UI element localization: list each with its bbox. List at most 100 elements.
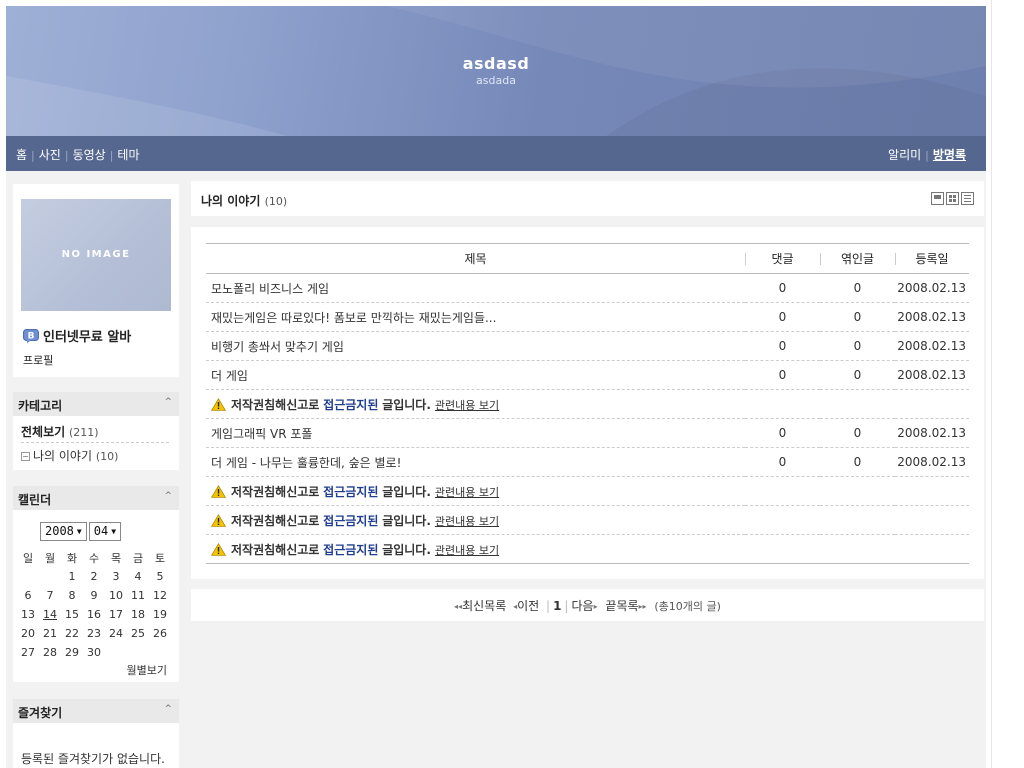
nav-alarm[interactable]: 알리미 — [888, 148, 921, 162]
calendar-day[interactable]: 30 — [83, 643, 105, 662]
profile-name[interactable]: B 인터넷무료 알바 — [23, 326, 131, 345]
calendar-day[interactable]: 27 — [17, 643, 39, 662]
calendar-day[interactable]: 25 — [127, 624, 149, 643]
collapse-square-icon[interactable] — [21, 452, 30, 461]
chevron-up-icon[interactable]: ^ — [164, 491, 172, 501]
related-content-link[interactable]: 관련내용 보기 — [435, 486, 499, 499]
profile-link[interactable]: 프로필 — [23, 352, 53, 368]
nav-guestbook[interactable]: 방명록 — [933, 148, 966, 162]
post-date: 2008.02.13 — [895, 331, 969, 361]
calendar-day[interactable]: 16 — [83, 605, 105, 624]
calendar-week-row: 13 14 15 16 17 18 19 — [17, 605, 171, 624]
blocked-text-end: 글입니다. — [382, 542, 431, 557]
calendar-day[interactable]: 2 — [83, 567, 105, 586]
calendar-header[interactable]: 캘린더 ^ — [13, 486, 179, 510]
calendar-day[interactable]: 6 — [17, 586, 39, 605]
calendar-day[interactable]: 7 — [39, 586, 61, 605]
calendar-day[interactable]: 26 — [149, 624, 171, 643]
nav-video[interactable]: 동영상 — [73, 148, 106, 162]
category-header[interactable]: 카테고리 ^ — [13, 392, 179, 416]
post-title-link[interactable]: 모노폴리 비즈니스 게임 — [206, 273, 745, 303]
calendar-day[interactable]: 8 — [61, 586, 83, 605]
calendar-day[interactable]: 19 — [149, 605, 171, 624]
view-list-icon[interactable] — [961, 192, 974, 205]
calendar-day[interactable]: 15 — [61, 605, 83, 624]
blocked-post-cell: 저작권침해신고로 접근금지된 글입니다. 관련내용 보기 — [206, 534, 969, 564]
calendar-day[interactable]: 11 — [127, 586, 149, 605]
post-trackback-count: 0 — [820, 273, 895, 303]
post-trackback-count: 0 — [820, 331, 895, 361]
calendar-day[interactable]: 5 — [149, 567, 171, 586]
related-content-link[interactable]: 관련내용 보기 — [435, 515, 499, 528]
monthly-view-link[interactable]: 월별보기 — [127, 662, 167, 678]
calendar-day[interactable]: 20 — [17, 624, 39, 643]
calendar-day[interactable]: 24 — [105, 624, 127, 643]
chevron-up-icon[interactable]: ^ — [164, 704, 172, 714]
calendar-empty-cell — [17, 567, 39, 586]
nav-photo[interactable]: 사진 — [39, 148, 61, 162]
calendar-day[interactable]: 23 — [83, 624, 105, 643]
calendar-empty-cell — [149, 643, 171, 662]
nav-home[interactable]: 홈 — [16, 148, 27, 162]
calendar-empty-cell — [105, 643, 127, 662]
post-title-link[interactable]: 게임그래픽 VR 포폴 — [206, 418, 745, 448]
calendar-day[interactable]: 17 — [105, 605, 127, 624]
calendar-day[interactable]: 12 — [149, 586, 171, 605]
calendar-week-row: 12345 — [17, 567, 171, 586]
table-row: 저작권침해신고로 접근금지된 글입니다. 관련내용 보기 — [206, 389, 969, 419]
pager-current-page[interactable]: 1 — [553, 599, 561, 613]
favorites-box: 즐겨찾기 ^ 등록된 즐겨찾기가 없습니다. — [13, 699, 179, 768]
chevron-up-icon[interactable]: ^ — [164, 397, 172, 407]
blog-title[interactable]: asdasd — [6, 54, 986, 73]
post-title-link[interactable]: 더 게임 — [206, 360, 745, 390]
post-table-header: 제목 댓글 엮인글 등록일 — [206, 243, 969, 274]
nav-theme[interactable]: 테마 — [117, 148, 139, 162]
calendar-selects: 2008 ▼ 04 ▼ — [40, 522, 123, 541]
pager-next[interactable]: 다음 — [571, 599, 593, 613]
view-full-icon[interactable] — [931, 192, 944, 205]
blocked-text: 저작권침해신고로 — [231, 513, 320, 528]
post-comment-count: 0 — [745, 447, 820, 477]
calendar-day[interactable]: 13 — [17, 605, 39, 624]
view-grid-icon[interactable] — [946, 192, 959, 205]
calendar-day[interactable]: 3 — [105, 567, 127, 586]
calendar-day[interactable]: 9 — [83, 586, 105, 605]
post-title-link[interactable]: 재밌는게임은 따로있다! 폼보로 만끽하는 재밌는게임들... — [206, 302, 745, 332]
header-trackbacks: 엮인글 — [820, 243, 895, 274]
month-select-value: 04 — [93, 524, 109, 538]
year-select[interactable]: 2008 ▼ — [40, 522, 87, 541]
post-title-link[interactable]: 더 게임 - 나무는 훌륭한데, 숲은 별로! — [206, 447, 745, 477]
month-select[interactable]: 04 ▼ — [88, 522, 122, 541]
calendar-day[interactable]: 10 — [105, 586, 127, 605]
post-table: 제목 댓글 엮인글 등록일 모노폴리 비즈니스 게임 0 0 2008.02.13 재밌… — [206, 243, 969, 564]
calendar-day[interactable]: 28 — [39, 643, 61, 662]
calendar-day[interactable]: 29 — [61, 643, 83, 662]
calendar-day[interactable]: 1 — [61, 567, 83, 586]
table-row: 모노폴리 비즈니스 게임 0 0 2008.02.13 — [206, 273, 969, 303]
blocked-text-end: 글입니다. — [382, 513, 431, 528]
profile-image-placeholder[interactable]: NO IMAGE — [21, 199, 171, 311]
profile-name-text: 인터넷무료 알바 — [43, 330, 132, 345]
calendar-day[interactable]: 21 — [39, 624, 61, 643]
favorites-header[interactable]: 즐겨찾기 ^ — [13, 699, 179, 723]
nav-menu: 홈 | 사진 | 동영상 | 테마 — [16, 146, 140, 163]
pager-last[interactable]: 끝목록 — [605, 599, 638, 613]
related-content-link[interactable]: 관련내용 보기 — [435, 544, 499, 557]
dropdown-arrow-icon: ▼ — [111, 527, 117, 536]
post-title-link[interactable]: 비행기 총쏴서 맞추기 게임 — [206, 331, 745, 361]
post-date: 2008.02.13 — [895, 273, 969, 303]
blocked-text-end: 글입니다. — [382, 484, 431, 499]
nav-separator: | — [925, 149, 929, 162]
related-content-link[interactable]: 관련내용 보기 — [435, 399, 499, 412]
post-comment-count: 0 — [745, 360, 820, 390]
calendar-day[interactable]: 14 — [39, 605, 61, 624]
category-item-my-story[interactable]: 나의 이야기 (10) — [21, 447, 118, 464]
calendar-day[interactable]: 18 — [127, 605, 149, 624]
category-box: 카테고리 ^ 전체보기 (211) 나의 이야기 (10) — [13, 392, 179, 470]
calendar-day[interactable]: 4 — [127, 567, 149, 586]
calendar-week-row: 20 21 22 23 24 25 26 — [17, 624, 171, 643]
calendar-day[interactable]: 22 — [61, 624, 83, 643]
pager-prev[interactable]: 이전 — [517, 599, 539, 613]
pager-first[interactable]: 최신목록 — [462, 599, 506, 613]
category-all[interactable]: 전체보기 (211) — [21, 423, 99, 440]
